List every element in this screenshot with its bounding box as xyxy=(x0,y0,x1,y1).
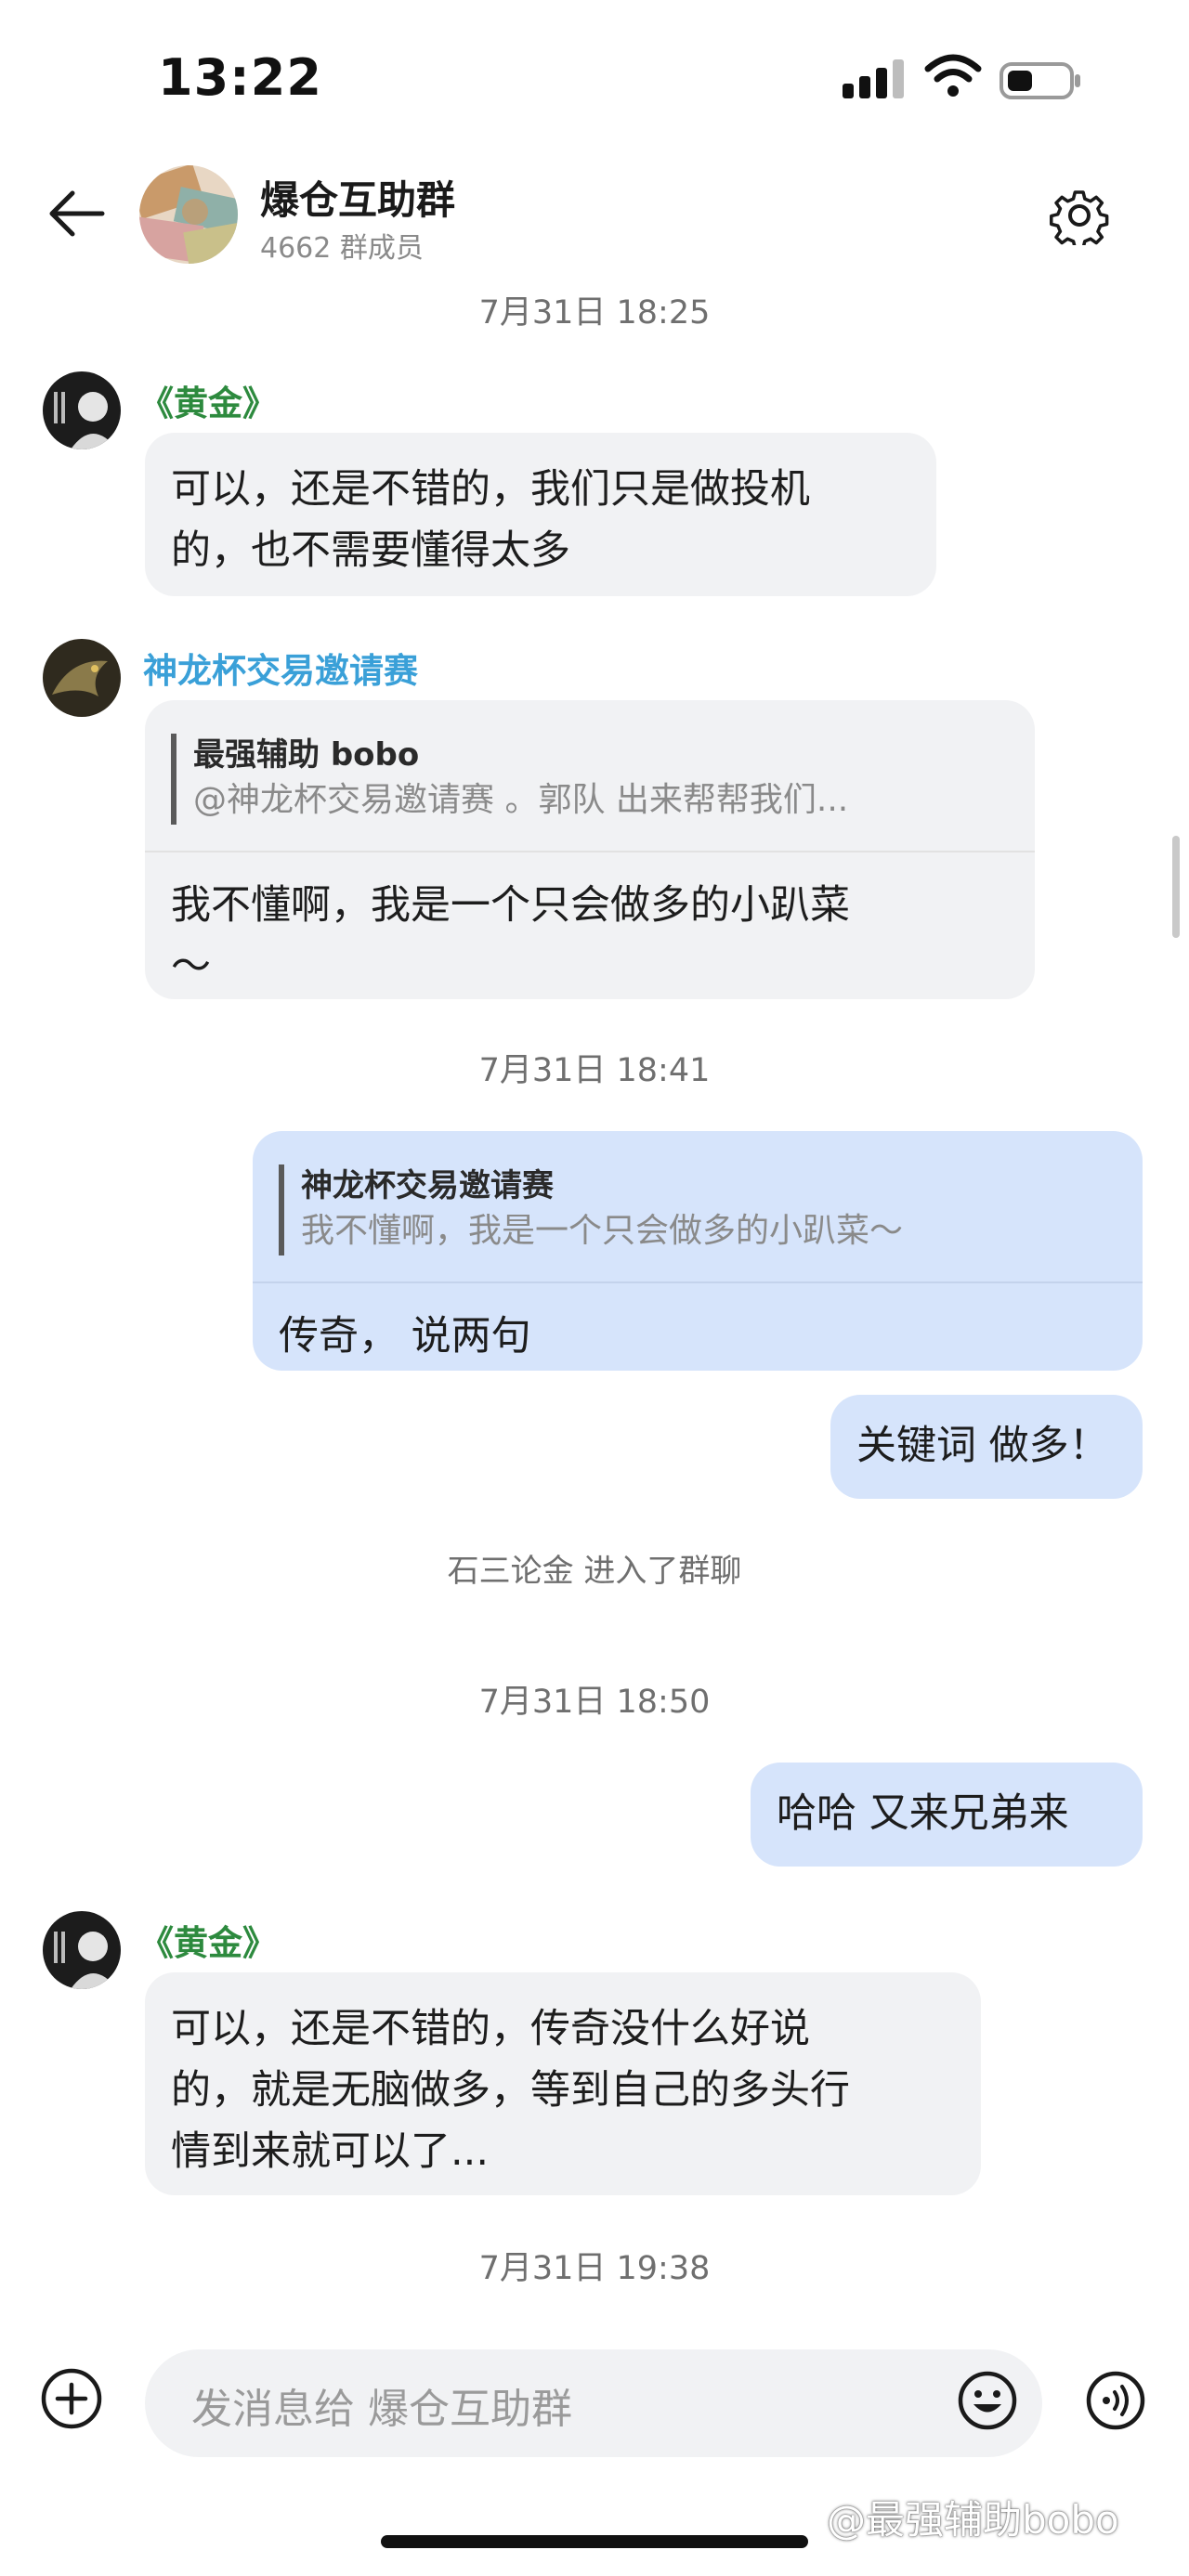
scrollbar[interactable] xyxy=(1172,836,1180,938)
timestamp: 7月31日 18:41 xyxy=(478,1052,711,1089)
my-message-bubble-with-quote[interactable]: 神龙杯交易邀请赛 我不懂啊，我是一个只会做多的小趴菜～ 传奇， 说两句 xyxy=(253,1131,1143,1371)
timestamp: 7月31日 19:38 xyxy=(478,2250,711,2287)
message-text-line: 的，也不需要懂得太多 xyxy=(171,527,570,574)
quote-author: 神龙杯交易邀请赛 xyxy=(301,1167,554,1204)
sender-avatar[interactable] xyxy=(43,371,121,449)
sender-avatar[interactable] xyxy=(43,1911,121,1989)
my-message-bubble[interactable]: 关键词 做多！ xyxy=(830,1395,1143,1499)
group-title: 爆仓互助群 xyxy=(260,177,456,223)
message-text-line: 情到来就可以了... xyxy=(171,2128,490,2175)
member-count: 4662 群成员 xyxy=(260,232,424,265)
message-bubble[interactable]: 可以，还是不错的，我们只是做投机 的，也不需要懂得太多 xyxy=(145,433,936,596)
message-text: 哈哈 又来兄弟来 xyxy=(777,1790,1069,1837)
system-message: 石三论金 进入了群聊 xyxy=(447,1553,742,1590)
message-text: 关键词 做多！ xyxy=(856,1423,1109,1469)
message-text-line: 的，就是无脑做多，等到自己的多头行 xyxy=(171,2067,850,2114)
message-bubble[interactable]: 可以，还是不错的，传奇没什么好说 的，就是无脑做多，等到自己的多头行 情到来就可… xyxy=(145,1972,981,2195)
settings-gear-icon[interactable] xyxy=(1050,186,1109,245)
group-avatar[interactable] xyxy=(139,165,238,264)
message-bubble-with-quote[interactable]: 最强辅助 bobo @神龙杯交易邀请赛 。郭队 出来帮帮我们... 我不懂啊，我… xyxy=(145,700,1035,999)
quoted-message[interactable]: 最强辅助 bobo @神龙杯交易邀请赛 。郭队 出来帮帮我们... xyxy=(145,721,1035,852)
message-text: 传奇， 说两句 xyxy=(279,1313,531,1360)
quote-text: 我不懂啊，我是一个只会做多的小趴菜～ xyxy=(301,1212,904,1250)
sender-avatar[interactable] xyxy=(43,639,121,717)
emoji-smiley-icon[interactable] xyxy=(957,2370,1018,2431)
wifi-icon xyxy=(924,54,982,97)
message-text-line: ～ xyxy=(171,943,211,990)
status-time: 13:22 xyxy=(158,48,322,107)
quoted-message[interactable]: 神龙杯交易邀请赛 我不懂啊，我是一个只会做多的小趴菜～ xyxy=(253,1151,1143,1283)
my-message-bubble[interactable]: 哈哈 又来兄弟来 xyxy=(751,1763,1143,1867)
cellular-signal-icon xyxy=(843,59,904,98)
timestamp: 7月31日 18:50 xyxy=(478,1684,711,1721)
message-text-line: 可以，还是不错的，传奇没什么好说 xyxy=(171,2006,810,2052)
message-text-line: 可以，还是不错的，我们只是做投机 xyxy=(171,466,810,513)
quote-text: @神龙杯交易邀请赛 。郭队 出来帮帮我们... xyxy=(193,781,849,819)
sender-name: 《黄金》 xyxy=(139,384,277,423)
watermark: @最强辅助bobo xyxy=(827,2497,1119,2543)
voice-input-icon[interactable] xyxy=(1085,2370,1146,2431)
sender-name: 《黄金》 xyxy=(139,1923,277,1963)
battery-icon xyxy=(1000,62,1080,99)
sender-name: 神龙杯交易邀请赛 xyxy=(143,651,418,691)
back-arrow-icon[interactable] xyxy=(45,186,110,241)
message-input-placeholder: 发消息给 爆仓互助群 xyxy=(191,2386,572,2433)
home-indicator[interactable] xyxy=(381,2535,808,2548)
timestamp: 7月31日 18:25 xyxy=(478,294,711,332)
quote-author: 最强辅助 bobo xyxy=(193,736,420,774)
add-plus-icon[interactable] xyxy=(39,2366,104,2431)
message-text-line: 我不懂啊，我是一个只会做多的小趴菜 xyxy=(171,882,850,929)
